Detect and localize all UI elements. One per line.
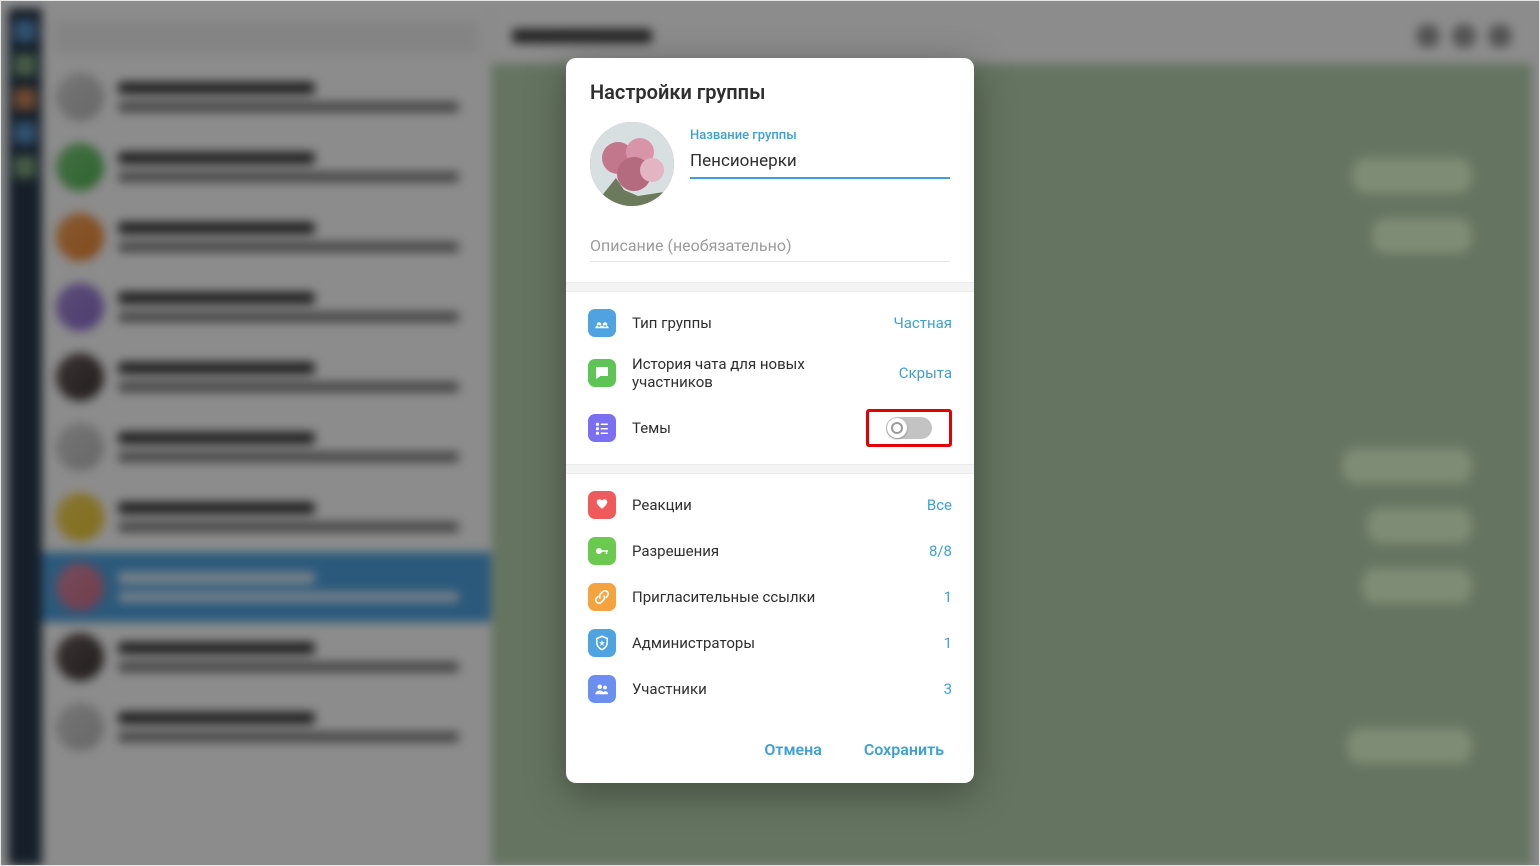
row-admins[interactable]: Администраторы 1 xyxy=(566,620,974,666)
row-value: 8/8 xyxy=(929,542,952,560)
admins-icon xyxy=(588,629,616,657)
row-value: 3 xyxy=(944,680,952,698)
save-button[interactable]: Сохранить xyxy=(860,734,948,765)
row-label: Разрешения xyxy=(632,542,913,560)
toggle-knob-icon xyxy=(887,418,907,438)
row-invite-links[interactable]: Пригласительные ссылки 1 xyxy=(566,574,974,620)
row-permissions[interactable]: Разрешения 8/8 xyxy=(566,528,974,574)
row-value: 1 xyxy=(944,588,952,606)
row-value: Частная xyxy=(893,314,952,332)
group-settings-dialog: Настройки группы Название группы Тип г xyxy=(566,58,974,783)
row-label: Реакции xyxy=(632,496,911,514)
group-description-input[interactable] xyxy=(590,232,950,262)
topics-icon xyxy=(588,414,616,442)
row-label: История чата для новых участников xyxy=(632,355,883,391)
row-topics[interactable]: Темы xyxy=(566,400,974,456)
row-label: Темы xyxy=(632,419,850,437)
row-reactions[interactable]: Реакции Все xyxy=(566,482,974,528)
group-name-label: Название группы xyxy=(690,128,950,143)
row-label: Администраторы xyxy=(632,634,928,652)
section-separator xyxy=(566,464,974,474)
invite-links-icon xyxy=(588,583,616,611)
row-group-type[interactable]: Тип группы Частная xyxy=(566,300,974,346)
members-icon xyxy=(588,675,616,703)
topics-toggle[interactable] xyxy=(886,417,932,439)
row-label: Пригласительные ссылки xyxy=(632,588,928,606)
row-value: Скрыта xyxy=(899,364,952,382)
topics-toggle-highlight xyxy=(866,409,952,447)
group-name-input[interactable] xyxy=(690,149,950,179)
row-value: Все xyxy=(927,496,952,514)
cancel-button[interactable]: Отмена xyxy=(760,734,825,765)
row-label: Тип группы xyxy=(632,314,877,332)
row-value: 1 xyxy=(944,634,952,652)
dialog-title: Настройки группы xyxy=(566,58,974,122)
row-label: Участники xyxy=(632,680,928,698)
section-separator xyxy=(566,282,974,292)
row-members[interactable]: Участники 3 xyxy=(566,666,974,712)
chat-history-icon xyxy=(588,359,616,387)
permissions-icon xyxy=(588,537,616,565)
group-type-icon xyxy=(588,309,616,337)
reactions-icon xyxy=(588,491,616,519)
avatar-flowers-icon xyxy=(590,122,674,206)
group-avatar[interactable] xyxy=(590,122,674,206)
row-chat-history[interactable]: История чата для новых участников Скрыта xyxy=(566,346,974,400)
